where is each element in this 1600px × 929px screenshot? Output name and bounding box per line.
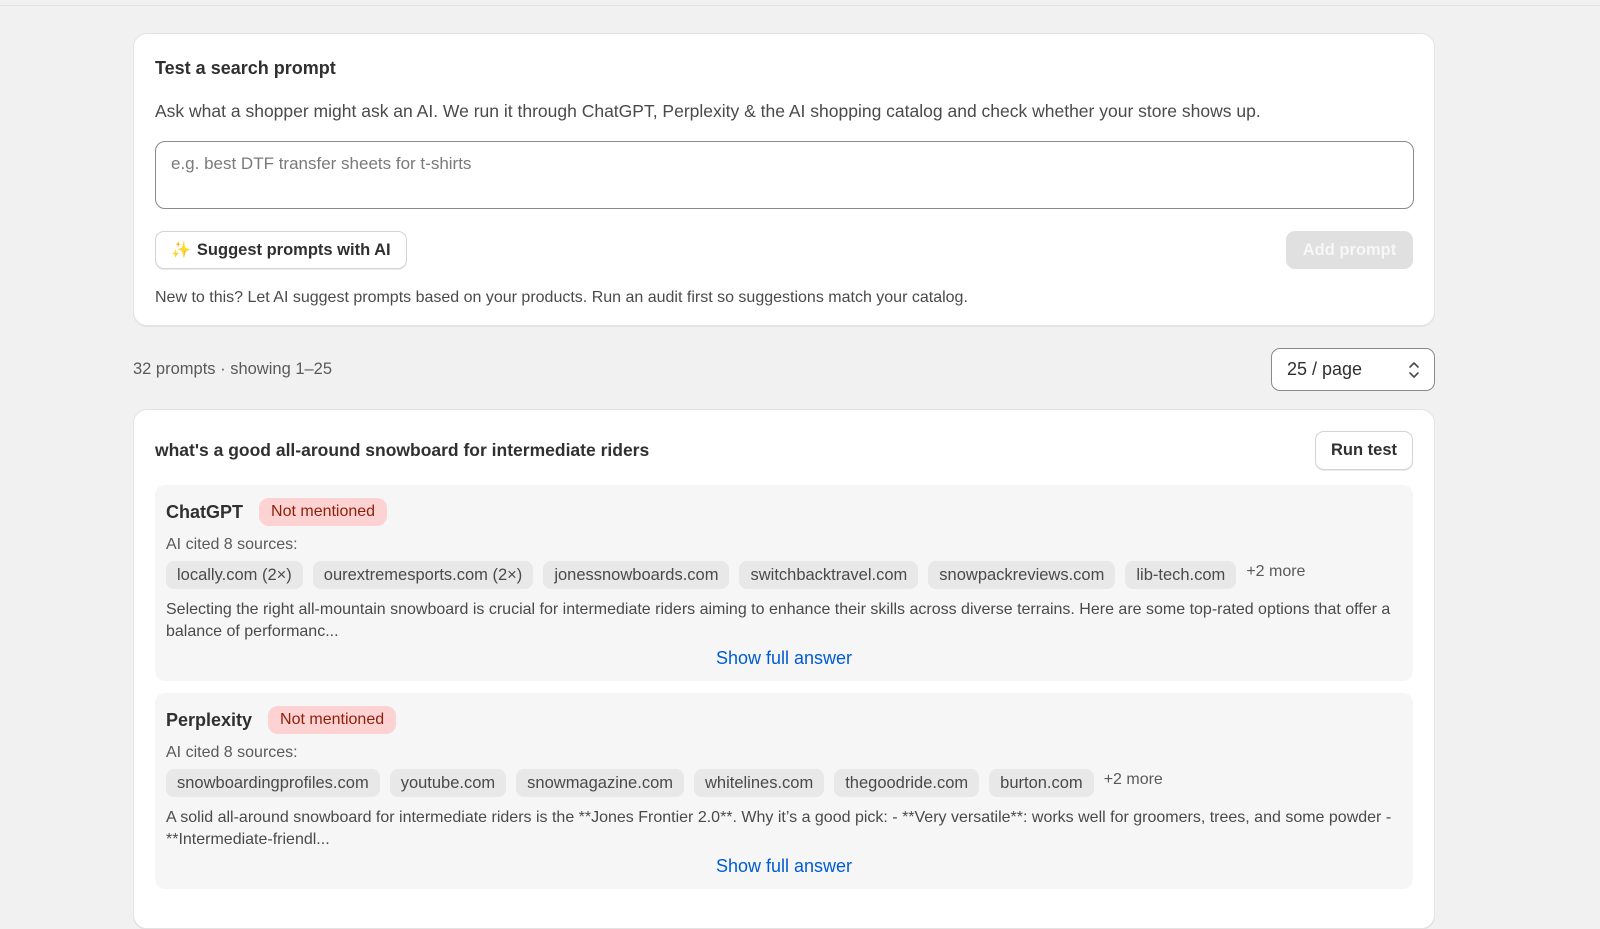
- per-page-select[interactable]: 25 / page: [1271, 348, 1435, 391]
- test-prompt-card: Test a search prompt Ask what a shopper …: [133, 33, 1435, 326]
- source-chip: ourextremesports.com (2×): [312, 561, 534, 589]
- answer-preview: A solid all-around snowboard for interme…: [166, 809, 1392, 848]
- source-chip: thegoodride.com: [834, 769, 980, 797]
- suggest-prompts-button[interactable]: ✨ Suggest prompts with AI: [155, 231, 407, 269]
- prompt-actions: ✨ Suggest prompts with AI Add prompt: [155, 231, 1413, 269]
- source-chip: whitelines.com: [694, 769, 825, 797]
- show-full-answer-link[interactable]: Show full answer: [155, 856, 1413, 877]
- source-chips: locally.com (2×) ourextremesports.com (2…: [166, 561, 1402, 589]
- source-chip: snowpackreviews.com: [928, 561, 1116, 589]
- card-title: Test a search prompt: [155, 58, 336, 78]
- source-chips: snowboardingprofiles.com youtube.com sno…: [166, 769, 1402, 797]
- source-chip: lib-tech.com: [1125, 561, 1237, 589]
- status-badge: Not mentioned: [268, 706, 397, 734]
- per-page-value: 25 / page: [1287, 359, 1363, 379]
- sources-label: AI cited 8 sources:: [166, 536, 298, 553]
- source-chip: locally.com (2×): [166, 561, 303, 589]
- prompt-list-meta: 32 prompts · showing 1–25 25 / page: [133, 347, 1435, 391]
- more-sources: +2 more: [1103, 771, 1163, 788]
- prompt-text: what's a good all-around snowboard for i…: [155, 440, 650, 460]
- source-chip: jonessnowboards.com: [543, 561, 730, 589]
- answer-preview: Selecting the right all-mountain snowboa…: [166, 601, 1391, 640]
- source-chip: snowboardingprofiles.com: [166, 769, 380, 797]
- top-divider: [0, 5, 1600, 6]
- source-chip: switchbacktravel.com: [739, 561, 919, 589]
- prompt-result-card: what's a good all-around snowboard for i…: [133, 409, 1435, 929]
- status-badge: Not mentioned: [259, 498, 388, 526]
- add-prompt-button[interactable]: Add prompt: [1286, 231, 1413, 269]
- chevron-updown-icon: [1409, 362, 1419, 378]
- sparkle-icon: ✨: [171, 242, 191, 259]
- engine-result-chatgpt: ChatGPT Not mentioned AI cited 8 sources…: [155, 485, 1413, 681]
- source-chip: burton.com: [989, 769, 1094, 797]
- run-test-button[interactable]: Run test: [1315, 431, 1413, 470]
- engine-name: ChatGPT: [166, 501, 244, 522]
- suggest-prompts-label: Suggest prompts with AI: [196, 240, 391, 259]
- engine-result-perplexity: Perplexity Not mentioned AI cited 8 sour…: [155, 693, 1413, 889]
- source-chip: snowmagazine.com: [516, 769, 684, 797]
- prompt-input[interactable]: [155, 141, 1414, 209]
- prompt-header: what's a good all-around snowboard for i…: [155, 431, 1413, 471]
- engine-name: Perplexity: [166, 709, 253, 730]
- card-description: Ask what a shopper might ask an AI. We r…: [155, 101, 1261, 121]
- sources-label: AI cited 8 sources:: [166, 744, 298, 761]
- show-full-answer-link[interactable]: Show full answer: [155, 648, 1413, 669]
- engine-header: ChatGPT Not mentioned: [166, 497, 1402, 527]
- engine-header: Perplexity Not mentioned: [166, 705, 1402, 735]
- suggest-hint: New to this? Let AI suggest prompts base…: [155, 289, 968, 306]
- source-chip: youtube.com: [389, 769, 507, 797]
- prompt-count: 32 prompts · showing 1–25: [133, 360, 333, 378]
- more-sources: +2 more: [1246, 563, 1306, 580]
